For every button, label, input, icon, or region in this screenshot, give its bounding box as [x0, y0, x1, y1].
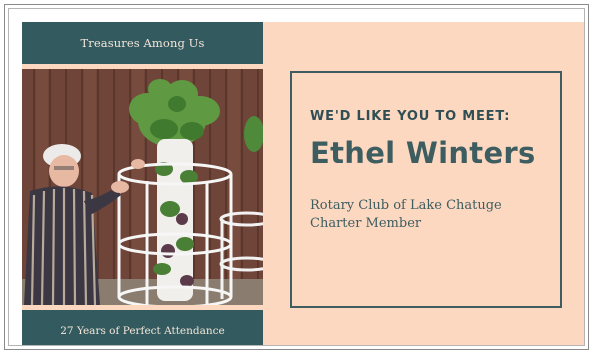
feature-card: Treasures Among Us 27 Years of Perfect A… [22, 22, 584, 345]
header-text: Treasures Among Us [80, 36, 205, 50]
intro-box: WE'D LIKE YOU TO MEET: Ethel Winters Rot… [290, 71, 562, 308]
footer-text: 27 Years of Perfect Attendance [60, 325, 225, 337]
description-line-1: Rotary Club of Lake Chatuge [310, 198, 502, 213]
slide-inner-frame: Treasures Among Us 27 Years of Perfect A… [8, 8, 585, 346]
member-description: Rotary Club of Lake Chatuge Charter Memb… [310, 197, 540, 233]
member-photo [22, 69, 263, 305]
header-banner: Treasures Among Us [22, 22, 263, 64]
footer-banner: 27 Years of Perfect Attendance [22, 310, 263, 345]
member-name: Ethel Winters [310, 136, 536, 170]
left-column: Treasures Among Us 27 Years of Perfect A… [22, 22, 263, 345]
intro-kicker: WE'D LIKE YOU TO MEET: [310, 109, 511, 124]
slide-frame: Treasures Among Us 27 Years of Perfect A… [4, 4, 589, 350]
description-line-2: Charter Member [310, 216, 422, 231]
